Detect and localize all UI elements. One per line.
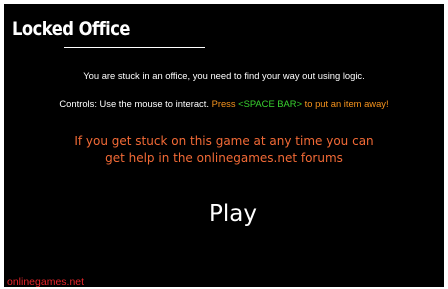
- help-line-2: get help in the onlinegames.net forums: [105, 151, 343, 165]
- intro-text: You are stuck in an office, you need to …: [83, 70, 365, 81]
- help-text: If you get stuck on this game at any tim…: [4, 133, 444, 167]
- controls-text: Controls: Use the mouse to interact. Pre…: [4, 98, 444, 109]
- controls-prefix: Controls: Use the mouse to interact.: [59, 98, 209, 109]
- play-button[interactable]: Play: [193, 197, 273, 231]
- help-line-1: If you get stuck on this game at any tim…: [74, 134, 374, 148]
- controls-key: <SPACE BAR>: [238, 98, 303, 109]
- controls-press: Press: [211, 98, 236, 109]
- controls-suffix: to put an item away!: [304, 98, 389, 109]
- game-title: Locked Office: [12, 18, 131, 40]
- brand-link[interactable]: onlinegames.net: [7, 276, 84, 287]
- title-underline: [64, 47, 205, 48]
- game-screen: Locked Office You are stuck in an office…: [4, 4, 444, 287]
